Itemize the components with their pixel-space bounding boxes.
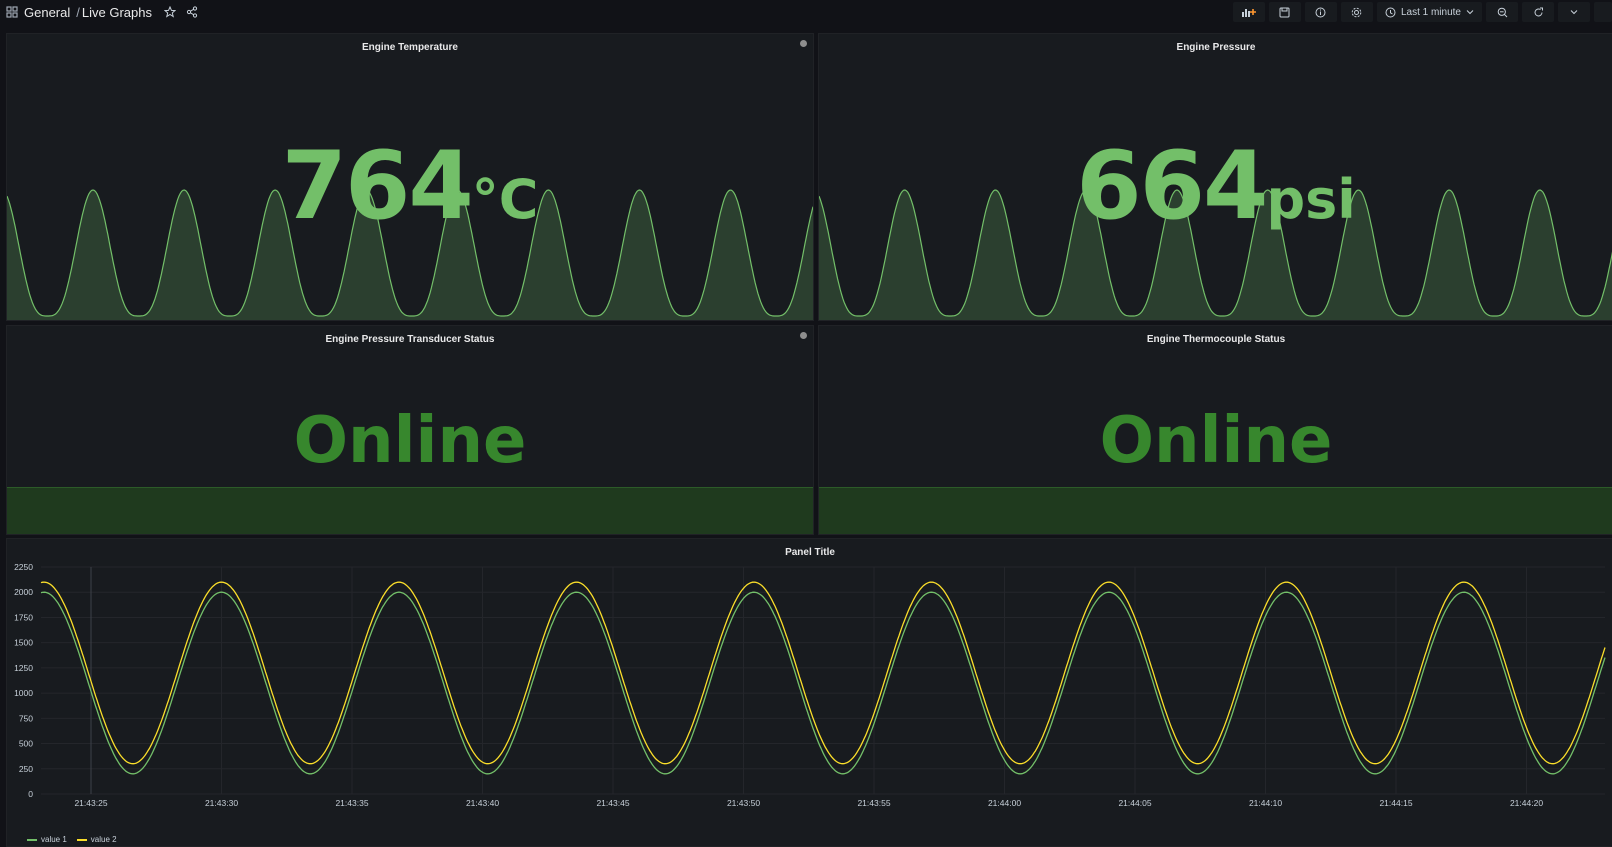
series-line-1[interactable]: [40, 591, 1606, 775]
grid-icon[interactable]: [6, 6, 18, 18]
breadcrumb-separator: /: [76, 4, 80, 20]
zoom-out-icon: [1497, 7, 1507, 17]
breadcrumb-folder[interactable]: General: [24, 5, 70, 20]
x-tick-label: 21:44:05: [1118, 798, 1151, 808]
y-tick-label: 500: [19, 739, 33, 749]
engine-pressure-panel[interactable]: Engine Pressure 664psi: [818, 33, 1612, 321]
chart-legend: value 1 value 2: [27, 835, 117, 844]
legend-label: value 2: [90, 835, 117, 844]
dashboard-info-button[interactable]: [1304, 2, 1337, 22]
refresh-icon: [1534, 7, 1543, 16]
legend-item[interactable]: value 1: [27, 835, 67, 844]
panel-status-dot: [800, 332, 807, 339]
x-tick-label: 21:43:30: [205, 798, 238, 808]
status-value: Online: [293, 404, 527, 478]
tv-mode-button[interactable]: [1594, 2, 1612, 22]
panel-title[interactable]: Engine Pressure Transducer Status: [7, 334, 813, 345]
y-tick-label: 1250: [14, 663, 33, 673]
panel-title[interactable]: Engine Pressure: [819, 42, 1612, 53]
dashboard-title[interactable]: Live Graphs: [82, 5, 152, 20]
legend-label: value 1: [41, 835, 67, 844]
panel-title[interactable]: Engine Thermocouple Status: [819, 334, 1612, 345]
y-tick-label: 1000: [14, 688, 33, 698]
timeseries-chart[interactable]: 0 250 500 750 1000 1250 1500 1750 2000 2250 21:43:…: [7, 539, 1612, 829]
save-dashboard-button[interactable]: [1268, 2, 1301, 22]
top-navbar: General / Live Graphs Last 1 minute: [0, 0, 1612, 24]
clock-icon: [1385, 7, 1396, 17]
stat-unit: psi: [1266, 168, 1356, 231]
y-tick-label: 250: [19, 764, 33, 774]
x-tick-label: 21:43:55: [857, 798, 890, 808]
add-panel-button[interactable]: [1232, 2, 1265, 22]
transducer-status-panel[interactable]: Engine Pressure Transducer Status Online: [6, 325, 814, 535]
x-tick-label: 21:44:15: [1379, 798, 1412, 808]
stat-value: 764°C: [7, 132, 813, 241]
stat-unit: °C: [471, 168, 539, 231]
stat-value: 664psi: [819, 132, 1612, 241]
engine-temperature-panel[interactable]: Engine Temperature 764°C: [6, 33, 814, 321]
x-tick-label: 21:44:10: [1249, 798, 1282, 808]
stat-number: 664: [1076, 132, 1268, 241]
chevron-down-icon: [1466, 10, 1474, 15]
y-tick-label: 1500: [14, 638, 33, 648]
star-icon[interactable]: [163, 6, 176, 18]
y-tick-label: 750: [19, 713, 33, 723]
legend-swatch: [76, 838, 87, 841]
legend-item[interactable]: value 2: [76, 835, 117, 844]
x-tick-label: 21:43:25: [74, 798, 107, 808]
save-icon: [1279, 7, 1290, 17]
timeseries-panel[interactable]: Panel Title 0 250 500 750 1000 1250 1500 1750 20…: [6, 538, 1612, 847]
time-range-picker[interactable]: Last 1 minute: [1376, 2, 1482, 22]
x-tick-label: 21:43:35: [335, 798, 368, 808]
breadcrumb: General / Live Graphs: [6, 5, 198, 20]
x-tick-label: 21:44:00: [988, 798, 1021, 808]
y-tick-label: 1750: [14, 612, 33, 622]
add-panel-icon: [1241, 8, 1256, 17]
share-icon[interactable]: [186, 6, 198, 18]
y-tick-label: 2000: [14, 587, 33, 597]
panel-status-dot: [800, 40, 807, 47]
status-bar: [819, 487, 1612, 534]
x-tick-label: 21:43:45: [596, 798, 629, 808]
legend-swatch: [27, 838, 37, 841]
panel-title[interactable]: Engine Temperature: [7, 42, 813, 53]
zoom-out-button[interactable]: [1486, 2, 1518, 22]
x-tick-label: 21:43:40: [466, 798, 499, 808]
series-line-2[interactable]: [40, 581, 1606, 765]
refresh-button[interactable]: [1522, 2, 1554, 22]
x-tick-label: 21:44:20: [1510, 798, 1543, 808]
dashboard-settings-button[interactable]: [1340, 2, 1373, 22]
y-tick-label: 2250: [14, 562, 33, 572]
gear-icon: [1352, 7, 1362, 17]
info-icon: [1315, 7, 1326, 17]
time-range-label: Last 1 minute: [1400, 6, 1461, 18]
dashboard-toolbar: Last 1 minute: [1232, 0, 1612, 24]
chevron-down-icon: [1570, 10, 1578, 15]
status-value: Online: [1099, 404, 1333, 478]
refresh-interval-dropdown[interactable]: [1558, 2, 1590, 22]
thermocouple-status-panel[interactable]: Engine Thermocouple Status Online: [818, 325, 1612, 535]
status-bar: [7, 487, 813, 534]
x-tick-label: 21:43:50: [727, 798, 760, 808]
stat-number: 764: [281, 132, 474, 241]
y-tick-label: 0: [28, 789, 33, 799]
